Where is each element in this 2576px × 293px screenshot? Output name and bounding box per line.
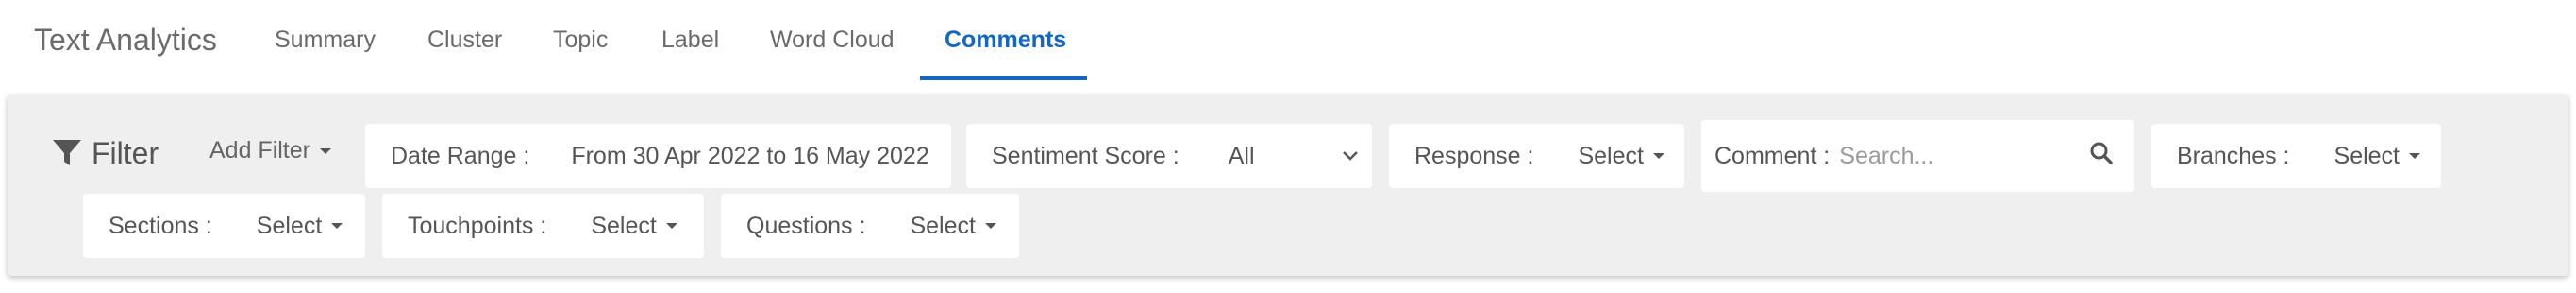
active-tab-indicator [920,76,1087,80]
response-select[interactable]: Select [1578,143,1664,170]
caret-down-icon [2409,153,2420,159]
sections-label: Sections : [109,212,212,239]
questions-filter[interactable]: Questions : Select [721,194,1019,258]
tab-summary[interactable]: Summary [275,26,376,54]
filter-funnel-icon [52,139,82,167]
add-filter-label: Add Filter [209,137,310,164]
touchpoints-filter[interactable]: Touchpoints : Select [382,194,704,258]
sections-select[interactable]: Select [257,213,343,240]
chevron-down-icon [1342,150,1359,162]
tab-word-cloud[interactable]: Word Cloud [770,26,895,54]
response-label: Response : [1414,142,1534,169]
date-range-filter[interactable]: Date Range : From 30 Apr 2022 to 16 May … [365,124,951,188]
caret-down-icon [331,223,343,229]
caret-down-icon [1652,153,1664,159]
sentiment-score-label: Sentiment Score : [992,142,1179,169]
sections-value: Select [256,212,323,239]
search-icon[interactable] [2089,141,2114,172]
comment-search-input[interactable] [1839,142,2076,170]
branches-filter[interactable]: Branches : Select [2151,124,2441,188]
branches-label: Branches : [2177,142,2290,169]
sentiment-score-value: All [1228,142,1255,169]
sentiment-score-select[interactable]: Sentiment Score : All [966,124,1372,188]
top-navigation: Text Analytics Summary Cluster Topic Lab… [0,0,2576,81]
response-value: Select [1578,142,1644,169]
touchpoints-select[interactable]: Select [591,213,677,240]
filter-title: Filter [92,135,159,170]
questions-label: Questions : [746,212,866,239]
questions-select[interactable]: Select [910,212,996,240]
date-range-label: Date Range : [391,142,530,169]
app-title: Text Analytics [34,23,217,57]
date-range-value: From 30 Apr 2022 to 16 May 2022 [571,142,929,169]
tab-comments[interactable]: Comments [945,26,1066,54]
branches-select[interactable]: Select [2334,143,2420,170]
comment-label: Comment : [1715,142,1831,169]
caret-down-icon [665,223,677,229]
touchpoints-label: Touchpoints : [408,212,547,239]
touchpoints-value: Select [591,212,657,239]
response-filter[interactable]: Response : Select [1389,124,1684,188]
add-filter-button[interactable]: Add Filter [209,137,331,164]
tab-topic[interactable]: Topic [553,26,608,54]
comment-search-box[interactable]: Comment : [1701,120,2134,192]
tab-cluster[interactable]: Cluster [427,26,502,54]
tab-label[interactable]: Label [661,26,719,54]
branches-value: Select [2333,142,2400,169]
caret-down-icon [984,223,996,229]
filter-heading: Filter [52,134,159,172]
questions-value: Select [910,212,976,239]
caret-down-icon [319,147,331,154]
sections-filter[interactable]: Sections : Select [83,194,365,258]
